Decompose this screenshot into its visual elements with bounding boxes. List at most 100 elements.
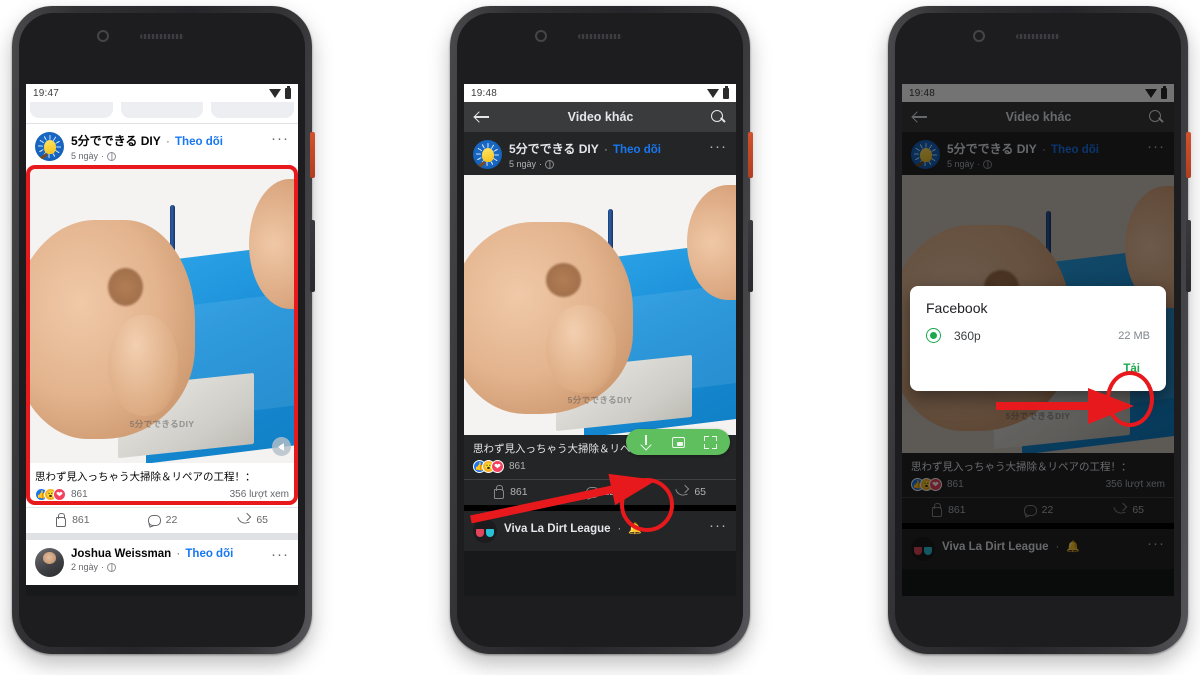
- like-count: 861: [510, 486, 528, 498]
- reaction-icons[interactable]: 👍 😮 ❤: [35, 488, 66, 501]
- status-bar: 19:48: [464, 84, 736, 102]
- post-time: 2 ngày: [71, 562, 99, 572]
- share-count: 65: [694, 486, 707, 498]
- like-button[interactable]: 861: [464, 485, 555, 499]
- post-header: 5分でできる DIY · Theo dõi 5 ngày · ···: [26, 124, 298, 167]
- post-author[interactable]: Viva La Dirt League: [504, 523, 611, 535]
- earpiece-speaker-icon: [578, 34, 622, 39]
- separator: ·: [165, 136, 170, 148]
- kebab-menu-icon[interactable]: ···: [271, 547, 289, 562]
- love-icon: ❤: [491, 460, 504, 473]
- tab-chip[interactable]: [30, 102, 113, 118]
- video-player[interactable]: 5分でできるDIY: [26, 167, 298, 463]
- front-camera-icon: [973, 30, 985, 42]
- phone-3-screen: 19:48 Video khác: [902, 84, 1174, 596]
- like-button[interactable]: 861: [26, 513, 117, 527]
- globe-icon: [107, 562, 117, 572]
- volume-button[interactable]: [310, 220, 315, 292]
- file-size-label: 22 MB: [1118, 329, 1150, 342]
- app-top-bar: Video khác: [464, 102, 736, 132]
- page-title: Video khác: [567, 110, 634, 124]
- bell-icon[interactable]: 🔔: [628, 522, 642, 535]
- post-time: 5 ngày: [71, 151, 99, 161]
- download-arrow-icon: [640, 435, 652, 449]
- tab-chip[interactable]: [211, 102, 295, 118]
- pip-button[interactable]: [663, 430, 693, 454]
- download-button[interactable]: [631, 430, 661, 454]
- radio-selected-icon[interactable]: [926, 328, 941, 343]
- kebab-menu-icon[interactable]: ···: [709, 139, 727, 154]
- love-icon: ❤: [53, 488, 66, 501]
- post-caption: 思わず見入っちゃう大掃除＆リペアの工程！：: [35, 471, 256, 483]
- feed-post: 5分でできる DIY · Theo dõi 5 ngày · ···: [26, 124, 298, 533]
- comment-count: 22: [603, 486, 616, 498]
- reaction-count: 861: [509, 461, 526, 472]
- follow-link[interactable]: Theo dõi: [185, 548, 233, 560]
- fullscreen-icon: [703, 435, 717, 449]
- download-dialog: Facebook 360p 22 MB Tải: [910, 286, 1166, 391]
- video-player[interactable]: 5分でできるDIY: [464, 175, 736, 435]
- front-camera-icon: [97, 30, 109, 42]
- follow-link[interactable]: Theo dõi: [613, 144, 661, 156]
- like-count: 861: [72, 514, 90, 526]
- reaction-count: 861: [71, 489, 88, 500]
- tab-chip[interactable]: [120, 102, 204, 118]
- fullscreen-button[interactable]: [695, 430, 725, 454]
- download-confirm-button[interactable]: Tải: [1113, 359, 1150, 379]
- battery-icon: [723, 85, 729, 99]
- next-post-header: Joshua Weissman · Theo dõi 2 ngày · ···: [26, 540, 298, 585]
- avatar[interactable]: [473, 519, 497, 543]
- avatar[interactable]: [35, 132, 64, 161]
- action-bar: 861 22 65: [26, 507, 298, 533]
- globe-icon: [545, 159, 555, 169]
- wifi-icon: [269, 88, 281, 98]
- post-author[interactable]: 5分でできる DIY: [509, 142, 599, 156]
- avatar[interactable]: [35, 548, 64, 577]
- quality-option-row[interactable]: 360p 22 MB: [926, 328, 1150, 343]
- share-button[interactable]: 65: [207, 513, 298, 527]
- power-button[interactable]: [310, 132, 315, 178]
- comment-button[interactable]: 22: [555, 485, 646, 499]
- phone-3: 19:48 Video khác: [888, 6, 1191, 654]
- next-post-header: Viva La Dirt League · 🔔 ···: [464, 511, 736, 551]
- screenshot-root: 19:47 5分でできる DIY · Theo dõi 5 ngày · ···…: [0, 0, 1200, 675]
- earpiece-speaker-icon: [140, 34, 184, 39]
- search-icon[interactable]: [711, 109, 726, 125]
- share-count: 65: [256, 514, 269, 526]
- follow-link[interactable]: Theo dõi: [175, 136, 223, 148]
- post-author[interactable]: Joshua Weissman: [71, 548, 171, 560]
- status-bar: 19:47: [26, 84, 298, 102]
- volume-button[interactable]: [1186, 220, 1191, 292]
- back-arrow-icon[interactable]: [474, 109, 490, 125]
- speaker-mute-icon[interactable]: [272, 437, 291, 456]
- post-stats: 👍 😮 ❤ 861 356 lượt xem: [26, 487, 298, 507]
- dialog-title: Facebook: [926, 300, 988, 316]
- power-button[interactable]: [748, 132, 753, 178]
- share-button[interactable]: 65: [645, 485, 736, 499]
- comment-count: 22: [165, 514, 178, 526]
- comment-button[interactable]: 22: [117, 513, 208, 527]
- volume-button[interactable]: [748, 220, 753, 292]
- quality-label: 360p: [954, 328, 981, 343]
- video-watermark: 5分でできるDIY: [129, 419, 195, 430]
- reaction-icons[interactable]: 👍 😮 ❤: [473, 460, 504, 473]
- phone-1: 19:47 5分でできる DIY · Theo dõi 5 ngày · ···…: [12, 6, 315, 654]
- comment-icon: [585, 485, 599, 499]
- feed-divider: [26, 533, 298, 540]
- post-time: 5 ngày: [509, 159, 537, 169]
- kebab-menu-icon[interactable]: ···: [271, 131, 289, 146]
- avatar[interactable]: [473, 140, 502, 169]
- tab-strip[interactable]: [26, 102, 298, 124]
- player-control-pill: [626, 429, 730, 455]
- kebab-menu-icon[interactable]: ···: [709, 518, 727, 533]
- post-author[interactable]: 5分でできる DIY: [71, 134, 161, 148]
- power-button[interactable]: [1186, 132, 1191, 178]
- phone-1-screen: 19:47 5分でできる DIY · Theo dõi 5 ngày · ···…: [26, 84, 298, 596]
- picture-in-picture-icon: [671, 436, 685, 448]
- earpiece-speaker-icon: [1016, 34, 1060, 39]
- action-bar: 861 22 65: [464, 479, 736, 505]
- video-watermark: 5分でできるDIY: [567, 395, 633, 406]
- thumbs-up-icon: [491, 485, 505, 499]
- view-count: 356 lượt xem: [229, 489, 289, 500]
- separator: ·: [617, 522, 622, 535]
